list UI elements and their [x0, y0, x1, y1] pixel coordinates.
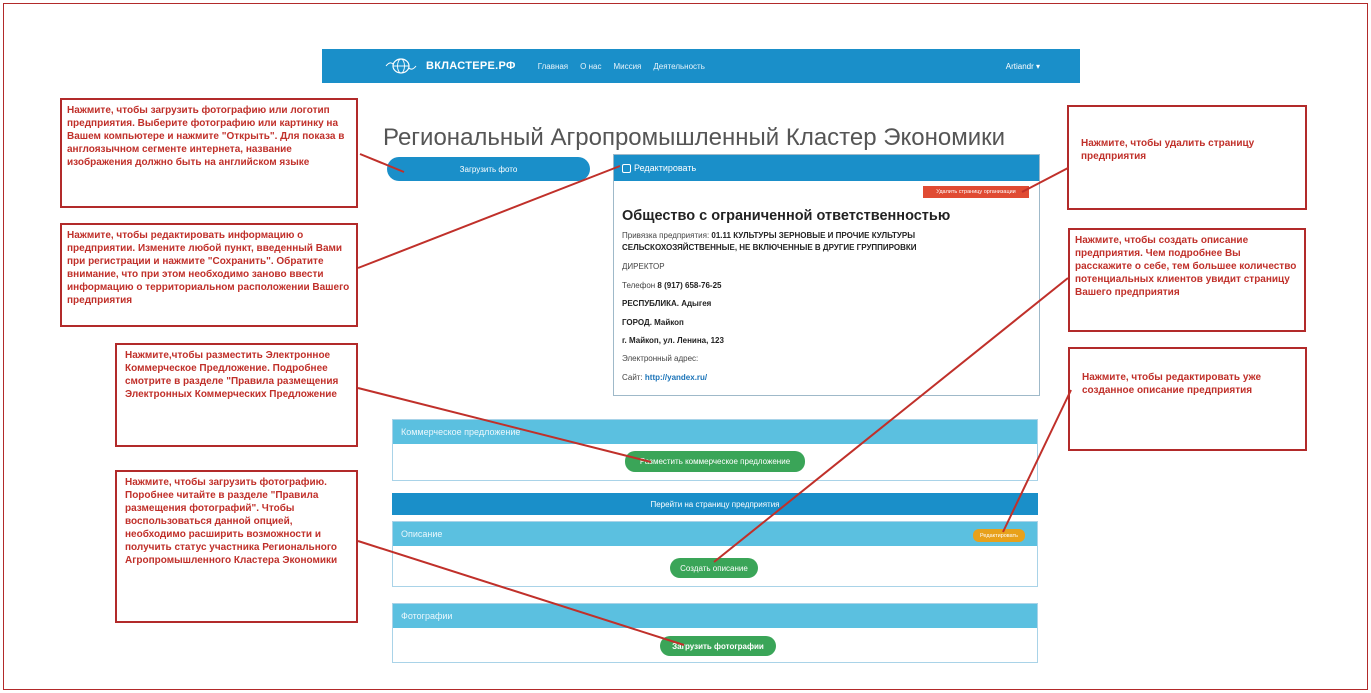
city-line: ГОРОД. Майкоп	[622, 318, 684, 327]
binding-value-1: 01.11 КУЛЬТУРЫ ЗЕРНОВЫЕ И ПРОЧИЕ КУЛЬТУР…	[711, 231, 916, 240]
top-navbar: ВКЛАСТЕРЕ.РФ Главная О нас Миссия Деятел…	[322, 49, 1080, 83]
commercial-header: Коммерческое предложение	[393, 420, 1037, 444]
photos-header: Фотографии	[393, 604, 1037, 628]
post-commercial-offer-button[interactable]: Разместить коммерческое предложение	[625, 451, 805, 472]
director-label: ДИРЕКТОР	[622, 262, 665, 271]
commercial-section: Коммерческое предложение Разместить комм…	[392, 419, 1038, 481]
republic-line: РЕСПУБЛИКА. Адыгея	[622, 299, 711, 308]
phone-line: Телефон 8 (917) 658-76-25	[622, 281, 721, 290]
page-title: Региональный Агропромышленный Кластер Эк…	[383, 124, 1006, 151]
binding-line-1: Привязка предприятия: 01.11 КУЛЬТУРЫ ЗЕР…	[622, 231, 915, 240]
republic-value: РЕСПУБЛИКА. Адыгея	[622, 299, 712, 308]
site-line: Сайт: http://yandex.ru/	[622, 373, 707, 382]
description-section: Описание Редактировать Создать описание	[392, 521, 1038, 587]
binding-value-2: СЕЛЬСКОХОЗЯЙСТВЕННЫЕ, НЕ ВКЛЮЧЕННЫЕ В ДР…	[622, 243, 917, 252]
description-title: Описание	[401, 529, 443, 539]
nav-links: Главная О нас Миссия Деятельность	[538, 62, 717, 71]
brand-name: ВКЛАСТЕРЕ.РФ	[426, 60, 516, 72]
organization-name: Общество с ограниченной ответственностью	[622, 208, 951, 224]
create-description-button[interactable]: Создать описание	[670, 558, 758, 578]
nav-link-about[interactable]: О нас	[580, 62, 601, 71]
note-upload-photo: Нажмите, чтобы загрузить фотографию или …	[60, 98, 358, 208]
address-line: г. Майкоп, ул. Ленина, 123	[622, 336, 724, 345]
upload-photos-button[interactable]: Загрузить фотографии	[660, 636, 776, 656]
phone-label: Телефон	[622, 281, 656, 290]
note-photos: Нажмите, чтобы загрузить фотографию. Пор…	[115, 470, 358, 623]
nav-link-home[interactable]: Главная	[538, 62, 568, 71]
note-edit-info: Нажмите, чтобы редактировать информацию …	[60, 223, 358, 327]
note-edit-description: Нажмите, чтобы редактировать уже созданн…	[1068, 347, 1307, 451]
delete-organization-button[interactable]: Удалить страницу организации	[923, 186, 1029, 198]
email-label: Электронный адрес:	[622, 354, 699, 363]
brand[interactable]: ВКЛАСТЕРЕ.РФ	[384, 57, 516, 75]
user-menu[interactable]: Artiandr ▾	[1006, 62, 1040, 71]
edit-icon	[622, 163, 631, 173]
globe-logo-icon	[385, 58, 417, 74]
note-commercial: Нажмите,чтобы разместить Электронное Ком…	[115, 343, 358, 447]
upload-photo-button[interactable]: Загрузить фото	[387, 157, 590, 181]
organization-info-panel: Редактировать Удалить страницу организац…	[613, 154, 1040, 396]
edit-description-button[interactable]: Редактировать	[973, 529, 1025, 542]
edit-info-label: Редактировать	[634, 163, 697, 173]
goto-organization-page-button[interactable]: Перейти на страницу предприятия	[392, 493, 1038, 515]
edit-info-header[interactable]: Редактировать	[614, 155, 1039, 181]
note-create-description: Нажмите, чтобы создать описание предприя…	[1068, 228, 1306, 332]
site-label: Сайт:	[622, 373, 643, 382]
phone-value: 8 (917) 658-76-25	[657, 281, 722, 290]
address-value: г. Майкоп, ул. Ленина, 123	[622, 336, 724, 345]
site-link[interactable]: http://yandex.ru/	[645, 373, 707, 382]
description-header: Описание Редактировать	[393, 522, 1037, 546]
note-delete: Нажмите, чтобы удалить страницу предприя…	[1067, 105, 1307, 210]
binding-line-2: СЕЛЬСКОХОЗЯЙСТВЕННЫЕ, НЕ ВКЛЮЧЕННЫЕ В ДР…	[622, 243, 917, 252]
nav-link-activity[interactable]: Деятельность	[653, 62, 705, 71]
binding-label: Привязка предприятия:	[622, 231, 710, 240]
city-value: ГОРОД. Майкоп	[622, 318, 684, 327]
nav-link-mission[interactable]: Миссия	[613, 62, 641, 71]
photos-section: Фотографии Загрузить фотографии	[392, 603, 1038, 663]
